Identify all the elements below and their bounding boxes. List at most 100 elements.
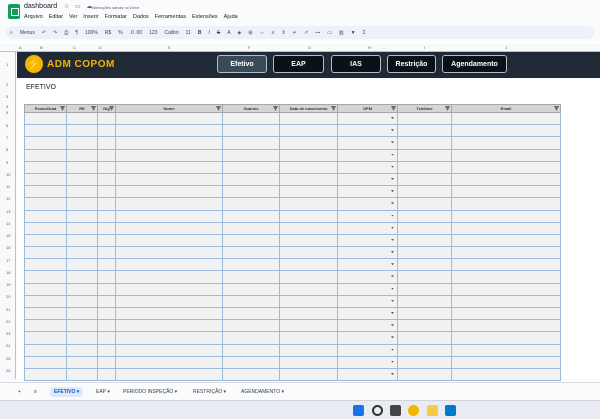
table-cell[interactable] — [397, 343, 452, 357]
header-data-nascimento[interactable]: Data de nascimento — [279, 104, 338, 113]
filter-icon[interactable] — [554, 106, 559, 111]
table-cell[interactable] — [451, 221, 561, 235]
table-cell[interactable] — [397, 282, 452, 296]
header-opm[interactable]: OPM — [337, 104, 398, 113]
table-cell[interactable] — [115, 331, 223, 345]
align-icon[interactable]: ≡ — [272, 30, 275, 36]
table-cell[interactable] — [24, 136, 67, 150]
search-icon[interactable] — [372, 405, 383, 416]
currency-button[interactable]: R$ — [105, 30, 111, 36]
col-c[interactable]: C — [73, 45, 76, 50]
table-cell[interactable] — [397, 294, 452, 309]
table-cell[interactable] — [337, 124, 398, 138]
table-cell[interactable] — [24, 258, 67, 272]
table-cell[interactable] — [397, 355, 452, 369]
row-3[interactable]: 3 — [6, 94, 8, 99]
borders-icon[interactable]: ⊞ — [248, 30, 252, 36]
table-cell[interactable] — [222, 270, 280, 284]
tab-periodo-inspecao[interactable]: PERIODO INSPEÇÃO ▾ — [119, 387, 181, 397]
table-cell[interactable] — [222, 343, 280, 357]
table-cell[interactable] — [24, 331, 67, 345]
col-d[interactable]: D — [99, 45, 102, 50]
table-cell[interactable] — [222, 160, 280, 174]
percent-button[interactable]: % — [118, 30, 122, 36]
table-cell[interactable] — [115, 258, 223, 272]
table-cell[interactable] — [24, 367, 67, 382]
table-cell[interactable] — [24, 185, 67, 199]
table-cell[interactable] — [397, 136, 452, 150]
table-cell[interactable] — [397, 209, 452, 223]
table-cell[interactable] — [451, 319, 561, 333]
table-cell[interactable] — [115, 355, 223, 369]
menu-ver[interactable]: Ver — [69, 14, 77, 20]
table-cell[interactable] — [397, 221, 452, 235]
menu-ajuda[interactable]: Ajuda — [224, 14, 238, 20]
row-21[interactable]: 21 — [6, 307, 10, 312]
paint-format-icon[interactable]: ¶ — [75, 30, 78, 36]
table-cell[interactable] — [397, 331, 452, 345]
table-cell[interactable] — [24, 355, 67, 369]
table-cell[interactable] — [115, 367, 223, 382]
table-cell[interactable] — [397, 367, 452, 382]
col-e[interactable]: E — [168, 45, 171, 50]
wrap-icon[interactable]: ↵ — [293, 30, 297, 36]
table-cell[interactable] — [222, 282, 280, 296]
table-cell[interactable] — [451, 282, 561, 296]
tab-eap[interactable]: EAP ▾ — [92, 387, 114, 397]
row-11[interactable]: 11 — [6, 184, 10, 189]
menu-dados[interactable]: Dados — [133, 14, 149, 20]
table-cell[interactable] — [97, 306, 116, 321]
zoom-select[interactable]: 100% — [85, 30, 98, 36]
tab-restricao[interactable]: RESTRIÇÃO ▾ — [189, 387, 230, 397]
table-cell[interactable] — [97, 331, 116, 345]
row-16[interactable]: 16 — [6, 245, 10, 250]
table-cell[interactable] — [451, 258, 561, 272]
table-cell[interactable] — [397, 246, 452, 260]
table-cell[interactable] — [66, 197, 98, 211]
row-26[interactable]: 26 — [6, 368, 10, 373]
table-cell[interactable] — [24, 197, 67, 211]
menu-arquivo[interactable]: Arquivo — [24, 14, 43, 20]
table-cell[interactable] — [66, 282, 98, 296]
row-1[interactable]: 1 — [6, 62, 8, 67]
table-cell[interactable] — [66, 209, 98, 223]
table-cell[interactable] — [451, 136, 561, 150]
col-b[interactable]: B — [40, 45, 43, 50]
windows-start-icon[interactable] — [353, 405, 364, 416]
table-cell[interactable] — [279, 136, 338, 150]
table-cell[interactable] — [451, 246, 561, 260]
table-cell[interactable] — [279, 319, 338, 333]
chart-icon[interactable]: ▥ — [339, 30, 344, 36]
filter-icon[interactable] — [216, 106, 221, 111]
rotate-icon[interactable]: ↗ — [304, 30, 308, 36]
table-cell[interactable] — [24, 209, 67, 223]
font-size-input[interactable]: 11 — [186, 30, 191, 36]
decimals-button[interactable]: .0 .00 — [130, 30, 143, 36]
table-cell[interactable] — [97, 136, 116, 150]
number-format-button[interactable]: 123 — [149, 30, 157, 36]
table-cell[interactable] — [397, 270, 452, 284]
header-posto-grad[interactable]: Posto/Grad — [24, 104, 67, 113]
document-title[interactable]: dashboard — [24, 3, 57, 10]
table-cell[interactable] — [337, 343, 398, 357]
table-cell[interactable] — [97, 270, 116, 284]
table-cell[interactable] — [24, 294, 67, 309]
row-13[interactable]: 13 — [6, 209, 10, 214]
table-cell[interactable] — [397, 197, 452, 211]
row-6[interactable]: 6 — [6, 123, 8, 128]
table-cell[interactable] — [115, 343, 223, 357]
table-cell[interactable] — [337, 258, 398, 272]
table-cell[interactable] — [24, 282, 67, 296]
task-view-icon[interactable] — [390, 405, 401, 416]
header-guarnic[interactable]: Guarnic — [222, 104, 280, 113]
table-cell[interactable] — [222, 111, 280, 126]
table-cell[interactable] — [115, 148, 223, 162]
table-cell[interactable] — [66, 172, 98, 187]
table-cell[interactable] — [24, 343, 67, 357]
col-i[interactable]: I — [424, 45, 425, 50]
row-25[interactable]: 25 — [6, 356, 10, 361]
filter-icon[interactable] — [91, 106, 96, 111]
nav-efetivo-button[interactable]: Efetivo — [217, 55, 267, 73]
table-cell[interactable] — [24, 172, 67, 187]
table-cell[interactable] — [397, 160, 452, 174]
